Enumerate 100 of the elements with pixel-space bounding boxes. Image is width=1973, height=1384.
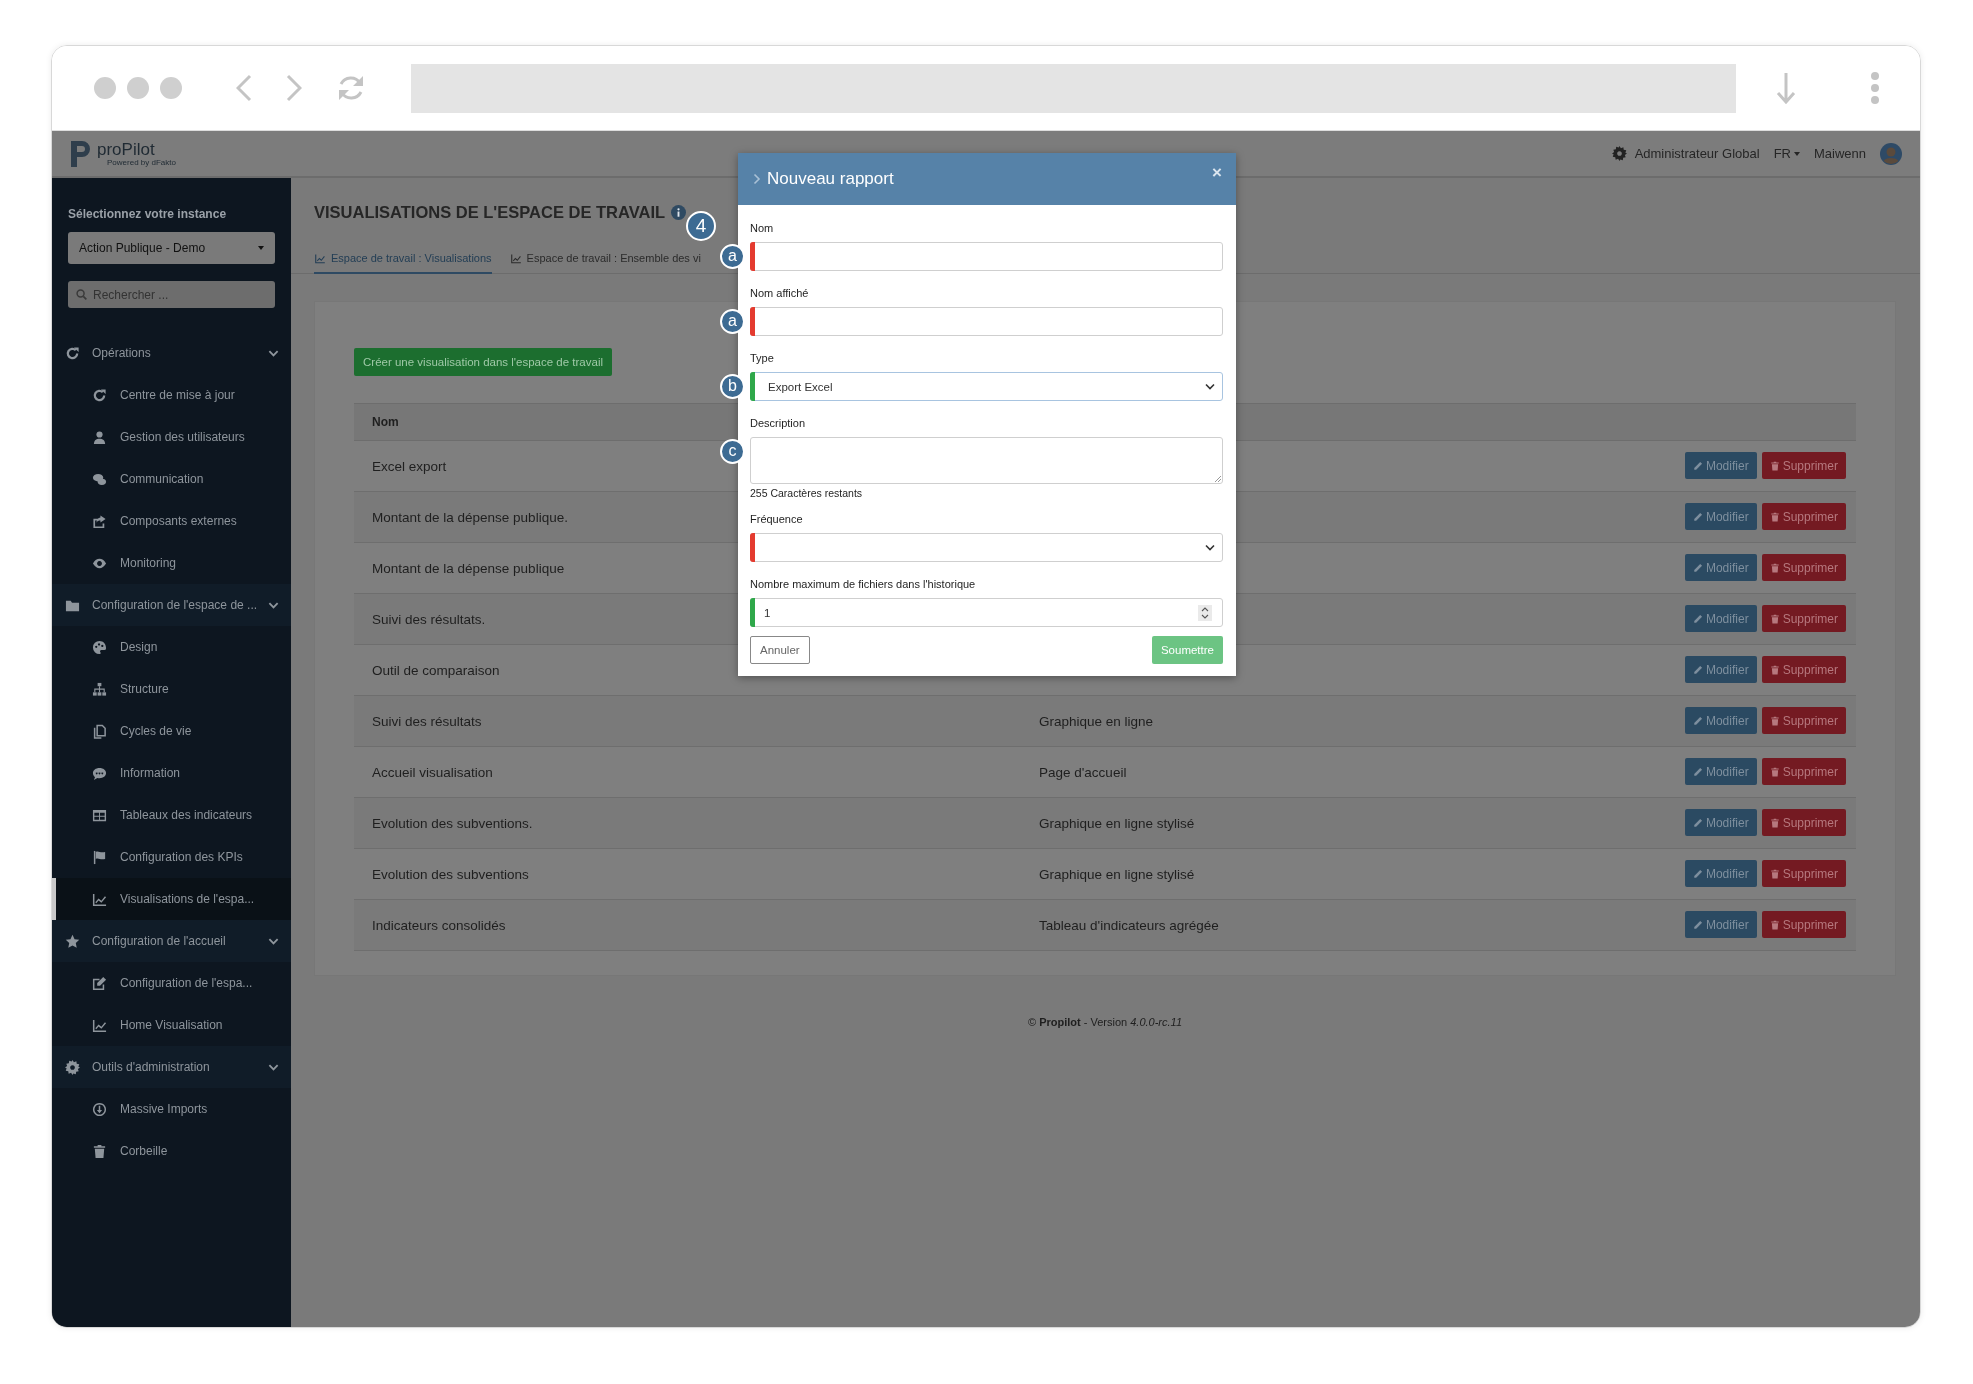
chevron-icon <box>753 173 761 185</box>
avatar-icon[interactable] <box>1880 142 1902 165</box>
table-cell: Montant de la dépense publique <box>372 560 565 576</box>
copy-icon <box>92 723 107 739</box>
select-field[interactable] <box>750 533 1223 562</box>
delete-button[interactable]: Supprimer <box>1761 452 1846 479</box>
delete-button[interactable]: Supprimer <box>1761 809 1846 836</box>
sidebar-item[interactable]: Gestion des utilisateurs <box>52 416 291 458</box>
delete-button[interactable]: Supprimer <box>1761 707 1846 734</box>
trash-icon <box>1769 817 1780 828</box>
trash-icon <box>1769 562 1780 573</box>
delete-button[interactable]: Supprimer <box>1761 503 1846 530</box>
trash-icon <box>92 1143 107 1159</box>
delete-button[interactable]: Supprimer <box>1761 860 1846 887</box>
table-cell: Page d'accueil <box>1039 764 1127 780</box>
chart-icon <box>314 252 326 264</box>
language-dropdown[interactable]: FR <box>1773 146 1800 161</box>
sidebar-item[interactable]: Communication <box>52 458 291 500</box>
chart-icon <box>92 1017 107 1033</box>
address-bar[interactable] <box>411 63 1736 113</box>
delete-button[interactable]: Supprimer <box>1761 911 1846 938</box>
edit-button[interactable]: Modifier <box>1684 860 1757 887</box>
flag-icon <box>92 849 107 865</box>
tab[interactable]: Espace de travail : Ensemble des vi <box>509 248 701 274</box>
edit-button[interactable]: Modifier <box>1684 707 1757 734</box>
edit-button[interactable]: Modifier <box>1684 656 1757 683</box>
resize-handle-icon[interactable] <box>1215 476 1221 482</box>
chevron-icon <box>1205 544 1215 551</box>
sidebar-item[interactable]: Visualisations de l'espa... <box>52 878 291 920</box>
sidebar-section[interactable]: Configuration de l'accueil <box>52 920 291 962</box>
sidebar-item[interactable]: Massive Imports <box>52 1088 291 1130</box>
delete-button[interactable]: Supprimer <box>1761 758 1846 785</box>
sidebar-section[interactable]: Configuration de l'espace de ... <box>52 584 291 626</box>
chevron-icon <box>1205 383 1215 390</box>
text-field[interactable] <box>750 307 1223 336</box>
text-field[interactable] <box>750 242 1223 271</box>
create-button[interactable]: Créer une visualisation dans l'espace de travail <box>354 348 612 376</box>
sidebar-item[interactable]: Design <box>52 626 291 668</box>
table-cell: Indicateurs consolidés <box>372 917 506 933</box>
sidebar-item[interactable]: Information <box>52 752 291 794</box>
info-icon[interactable] <box>671 204 687 220</box>
number-field[interactable]: 1 <box>750 598 1223 627</box>
more-menu-icon[interactable] <box>1870 72 1880 104</box>
sidebar-item[interactable]: Structure <box>52 668 291 710</box>
table-icon <box>92 807 107 823</box>
table-cell: Graphique en ligne stylisé <box>1039 815 1195 831</box>
logo-tagline: Powered by dFakto <box>107 158 176 167</box>
edit-button[interactable]: Modifier <box>1684 452 1757 479</box>
submit-button[interactable]: Soumettre <box>1151 636 1223 664</box>
instance-label: Sélectionnez votre instance <box>67 207 228 221</box>
sidebar-item[interactable]: Cycles de vie <box>52 710 291 752</box>
trash-icon <box>1769 664 1780 675</box>
trash-icon <box>1769 715 1780 726</box>
edit-button[interactable]: Modifier <box>1684 911 1757 938</box>
sidebar-section[interactable]: Outils d'administration <box>52 1046 291 1088</box>
settings-icon[interactable] <box>1611 146 1627 161</box>
modal-title: Nouveau rapport <box>767 169 895 189</box>
edit-button[interactable]: Modifier <box>1684 758 1757 785</box>
cancel-button[interactable]: Annuler <box>750 636 810 664</box>
sidebar-item[interactable]: Composants externes <box>52 500 291 542</box>
role-link[interactable]: Administrateur Global <box>1634 146 1760 161</box>
search-field[interactable]: Rechercher ... <box>68 281 275 308</box>
field-label: Fréquence <box>750 513 804 527</box>
sidebar-item[interactable]: Configuration de l'espa... <box>52 962 291 1004</box>
delete-button[interactable]: Supprimer <box>1761 656 1846 683</box>
instance-select[interactable]: Action Publique - Demo <box>68 232 275 264</box>
sidebar-item[interactable]: Monitoring <box>52 542 291 584</box>
table-cell: Evolution des subventions. <box>372 815 533 831</box>
sidebar-item[interactable]: Home Visualisation <box>52 1004 291 1046</box>
download-icon[interactable] <box>1776 72 1796 104</box>
pencil-icon <box>1692 715 1703 726</box>
sidebar-item[interactable]: Configuration des KPIs <box>52 836 291 878</box>
close-button[interactable]: × <box>1212 163 1222 183</box>
select-field[interactable]: Export Excel <box>750 372 1223 401</box>
delete-button[interactable]: Supprimer <box>1761 554 1846 581</box>
column-header: Nom <box>372 415 399 429</box>
window-controls-icon <box>94 77 182 99</box>
table-cell: Evolution des subventions <box>372 866 529 882</box>
edit-button[interactable]: Modifier <box>1684 809 1757 836</box>
step-badge: 4 <box>686 211 716 241</box>
sidebar-section[interactable]: Opérations <box>52 332 291 374</box>
annotation-badge: b <box>720 374 745 399</box>
sidebar-item[interactable]: Corbeille <box>52 1130 291 1172</box>
user-name[interactable]: Maiwenn <box>1813 146 1866 161</box>
back-icon[interactable] <box>236 74 252 102</box>
edit-button[interactable]: Modifier <box>1684 554 1757 581</box>
sidebar-item[interactable]: Tableaux des indicateurs <box>52 794 291 836</box>
edit-button[interactable]: Modifier <box>1684 605 1757 632</box>
spinner-icon[interactable] <box>1198 604 1212 621</box>
table-cell: Accueil visualisation <box>372 764 493 780</box>
sidebar-item[interactable]: Centre de mise à jour <box>52 374 291 416</box>
forward-icon[interactable] <box>286 74 302 102</box>
palette-icon <box>92 639 107 655</box>
annotation-badge: a <box>720 244 745 269</box>
delete-button[interactable]: Supprimer <box>1761 605 1846 632</box>
refresh-icon <box>92 387 107 403</box>
download-icon <box>92 1101 107 1117</box>
description-field[interactable] <box>750 437 1223 484</box>
edit-button[interactable]: Modifier <box>1684 503 1757 530</box>
tab[interactable]: Espace de travail : Visualisations <box>314 248 492 274</box>
